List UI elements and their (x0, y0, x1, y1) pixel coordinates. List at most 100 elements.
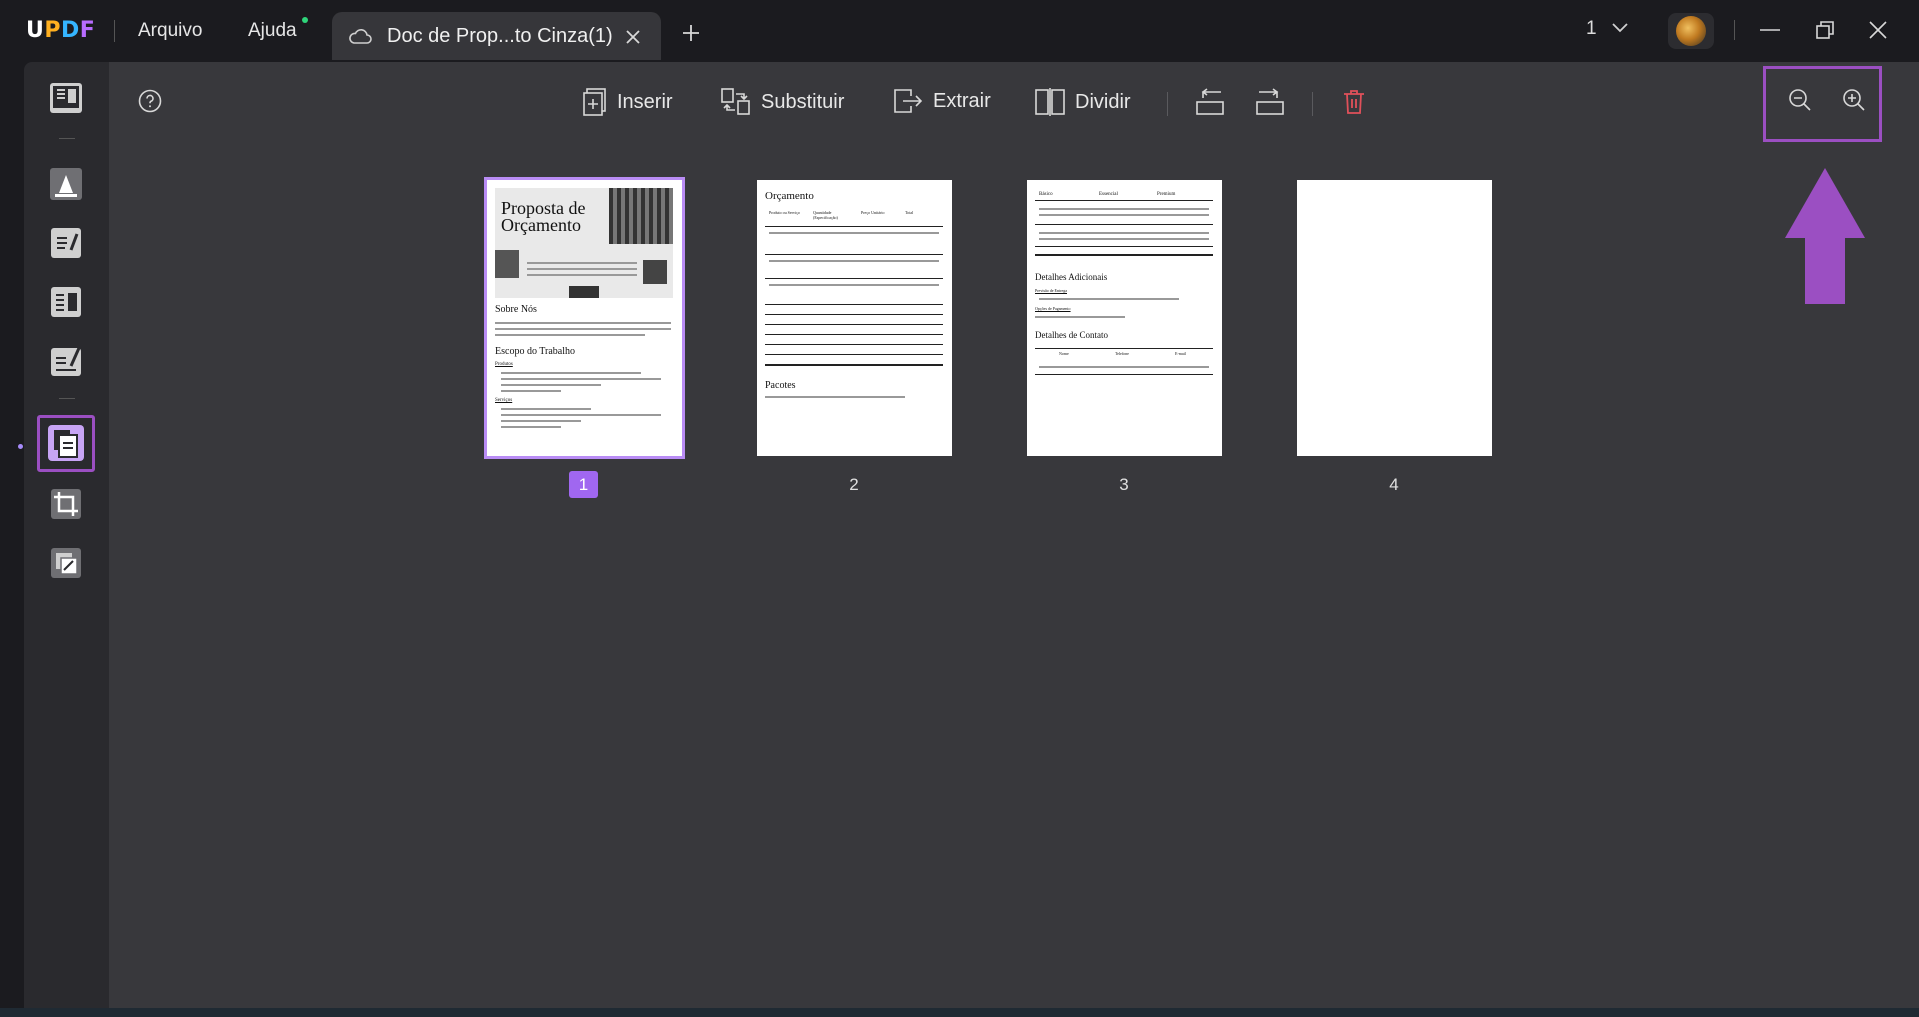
menu-ajuda[interactable]: Ajuda (248, 20, 297, 42)
text-line (1035, 316, 1125, 318)
page-number-2[interactable]: 2 (839, 475, 869, 495)
table-rule (765, 314, 943, 315)
toolbar-divider (1312, 92, 1313, 116)
extract-icon (894, 89, 923, 113)
trash-icon[interactable] (1341, 88, 1367, 116)
divider (114, 20, 115, 42)
text-line (501, 390, 561, 392)
table-rule (1035, 254, 1213, 256)
menu-arquivo[interactable]: Arquivo (138, 20, 202, 42)
left-sidebar (18, 62, 109, 1008)
page-thumbnail-1[interactable]: Proposta de Orçamento Sobre Nós Escopo d… (484, 177, 685, 459)
text-line (501, 378, 661, 380)
close-window-icon[interactable] (1866, 18, 1890, 42)
divider (1734, 20, 1735, 40)
table-rule (765, 278, 943, 279)
layers-icon[interactable] (47, 544, 85, 582)
sign-icon[interactable] (47, 342, 85, 380)
text-line (501, 408, 591, 410)
text-line (1039, 298, 1179, 300)
text-line (527, 262, 637, 264)
extract-button[interactable]: Extrair (893, 88, 991, 114)
organize-pages-icon[interactable] (47, 424, 85, 462)
table-row (1039, 238, 1209, 240)
form-icon[interactable] (47, 283, 85, 321)
cloud-icon (347, 24, 373, 48)
updf-logo[interactable]: UPDF (26, 18, 95, 43)
table-rule (765, 324, 943, 325)
text-line (765, 396, 905, 398)
page-selector[interactable]: 1 (1586, 18, 1628, 40)
rotate-right-icon[interactable] (1254, 86, 1286, 118)
notification-dot (302, 17, 308, 23)
page-organizer-panel: Inserir Substituir Extrair Dividir (109, 62, 1919, 1008)
photo-small (643, 260, 667, 284)
photo-small (495, 250, 519, 278)
text-line (501, 372, 641, 374)
extract-label: Extrair (933, 89, 991, 112)
table-row (1039, 366, 1209, 368)
split-button[interactable]: Dividir (1035, 88, 1131, 116)
text-line (501, 384, 601, 386)
page-thumbnail-3[interactable]: Básico Essencial Premium Detalhes Adicio… (1027, 180, 1222, 456)
chevron-down-icon (1612, 23, 1628, 33)
title-bar: UPDF Arquivo Ajuda Doc de Prop...to Cinz… (0, 0, 1919, 62)
page-number-4[interactable]: 4 (1379, 475, 1409, 495)
reader-icon[interactable] (47, 79, 85, 117)
page2-header: Preço Unitário (861, 210, 885, 215)
building-photo (609, 188, 673, 244)
split-label: Dividir (1075, 90, 1131, 113)
active-indicator-dot (18, 444, 23, 449)
document-tab[interactable]: Doc de Prop...to Cinza(1) (332, 12, 661, 60)
minimize-icon[interactable] (1758, 18, 1782, 42)
table-rule (765, 304, 943, 305)
insert-button[interactable]: Inserir (583, 88, 673, 116)
table-rule (1035, 348, 1213, 349)
page-number-1[interactable]: 1 (569, 471, 598, 498)
text-line (527, 268, 637, 270)
page-number-3[interactable]: 3 (1109, 475, 1139, 495)
text-line (501, 420, 581, 422)
table-rule (1035, 224, 1213, 225)
page1-scope: Escopo do Trabalho (495, 346, 575, 357)
rotate-left-icon[interactable] (1194, 86, 1226, 118)
user-avatar[interactable] (1668, 13, 1714, 49)
page3-deadline: Previsão de Entrega (1035, 288, 1067, 293)
replace-label: Substituir (761, 90, 845, 113)
page2-packages: Pacotes (765, 380, 796, 391)
page3-header: Básico (1039, 192, 1053, 197)
insert-icon (583, 88, 606, 116)
new-tab-icon[interactable] (680, 22, 702, 44)
status-strip (0, 1008, 1919, 1017)
page2-title: Orçamento (765, 190, 814, 202)
avatar-image (1676, 16, 1706, 46)
text-line (495, 322, 671, 324)
highlight-icon[interactable] (47, 165, 85, 203)
page-thumbnail-2[interactable]: Orçamento Produto ou Serviço Quantidade … (757, 180, 952, 456)
photo-small (569, 286, 599, 298)
page3-payment: Opções de Pagamento (1035, 306, 1071, 311)
table-rule (765, 226, 943, 227)
restore-icon[interactable] (1813, 18, 1837, 42)
text-line (495, 334, 645, 336)
table-rule (765, 334, 943, 335)
table-row (769, 284, 939, 286)
close-tab-icon[interactable] (622, 26, 644, 48)
table-row (1039, 214, 1209, 216)
page-thumbnail-4[interactable] (1297, 180, 1492, 456)
replace-button[interactable]: Substituir (721, 88, 844, 116)
text-line (527, 274, 637, 276)
page3-contact: Detalhes de Contato (1035, 330, 1108, 340)
sidebar-divider (59, 398, 75, 399)
table-row (769, 232, 939, 234)
replace-icon (721, 88, 750, 115)
annotation-arrow-head (1785, 168, 1865, 238)
page1-title: Proposta de Orçamento (501, 198, 586, 235)
toolbar-divider (1167, 92, 1168, 116)
help-icon[interactable] (137, 88, 163, 114)
page-selector-value: 1 (1586, 18, 1597, 39)
edit-pdf-icon[interactable] (47, 224, 85, 262)
table-rule (1035, 246, 1213, 247)
crop-icon[interactable] (47, 485, 85, 523)
page3-contact-header: Telefone (1115, 351, 1129, 356)
